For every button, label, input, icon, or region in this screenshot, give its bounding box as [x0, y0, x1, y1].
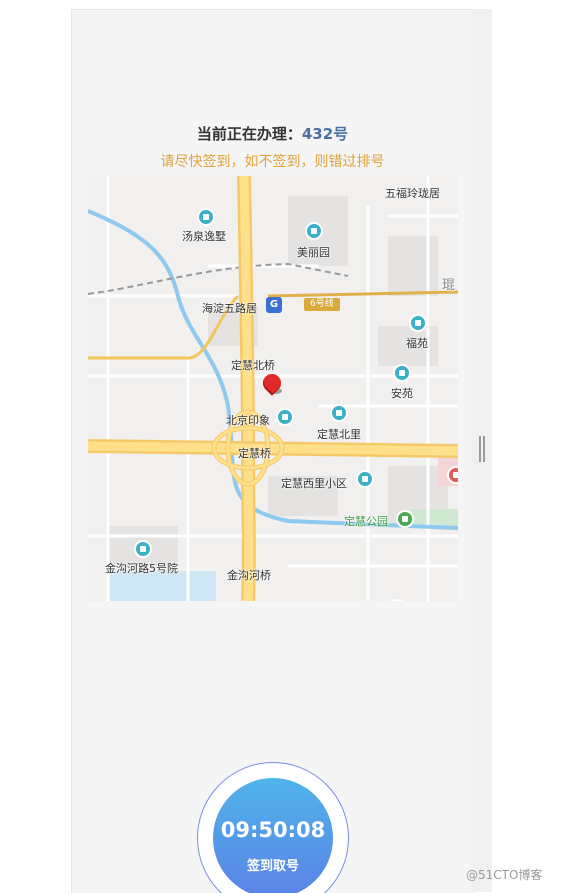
map-label-dinghui-qiao: 定慧桥	[238, 447, 271, 460]
map-label-wufu-linglong: 五福玲珑居	[385, 187, 440, 200]
warning-text: 请尽快签到，如不签到，则错过排号	[160, 154, 385, 170]
poi-building-icon	[395, 366, 409, 380]
map-view[interactable]: 五福玲珑居 汤泉逸墅 美丽园 琨 海淀五路居 G 6号线 福苑 定慧北桥 安苑 …	[88, 176, 458, 601]
poi-building-icon	[199, 210, 213, 224]
poi-park-icon	[398, 512, 412, 526]
resize-handle[interactable]	[479, 436, 485, 462]
poi-building-icon	[136, 542, 150, 556]
metro-line-badge: 6号线	[304, 298, 340, 311]
map-label-dinghui-park: 定慧公园	[344, 515, 388, 528]
poi-building-icon	[358, 472, 372, 486]
map-label-dinghui-beili: 定慧北里	[317, 428, 361, 441]
poi-building-icon	[278, 410, 292, 424]
map-label-anyuan: 安苑	[391, 387, 413, 400]
clock-time: 09:50:08	[220, 818, 326, 842]
map-label-meili: 美丽园	[297, 246, 330, 259]
status-prefix: 当前正在办理：	[196, 125, 302, 143]
map-label-dinghui-beiqiao: 定慧北桥	[231, 359, 275, 372]
map-label-jingou-bridge: 金沟河桥	[227, 569, 271, 582]
map-label-beijing-yinxiang: 北京印象	[226, 414, 270, 427]
metro-station-icon: G	[266, 297, 282, 313]
sign-in-button[interactable]: 09:50:08 签到取号	[213, 778, 333, 893]
map-label-fuyuan: 福苑	[406, 337, 428, 350]
poi-building-icon	[411, 316, 425, 330]
map-label-haidian-wulu: 海淀五路居	[202, 302, 257, 315]
poi-hospital-icon	[449, 468, 458, 482]
poi-building-icon	[307, 224, 321, 238]
map-label-jingou-5: 金沟河路5号院	[105, 562, 178, 575]
current-status: 当前正在办理：432号	[72, 123, 473, 144]
map-label-edge: 琨	[442, 278, 456, 293]
current-number: 432号	[301, 125, 349, 143]
phone-frame: 当前正在办理：432号 请尽快签到，如不签到，则错过排号 五福玲珑居 汤泉逸墅 …	[71, 9, 474, 893]
map-label-dinghui-xili: 定慧西里小区	[281, 477, 347, 490]
sign-in-label: 签到取号	[246, 859, 299, 874]
map-label-tangquan: 汤泉逸墅	[182, 230, 226, 243]
watermark: @51CTO博客	[466, 868, 543, 882]
poi-building-icon	[332, 406, 346, 420]
